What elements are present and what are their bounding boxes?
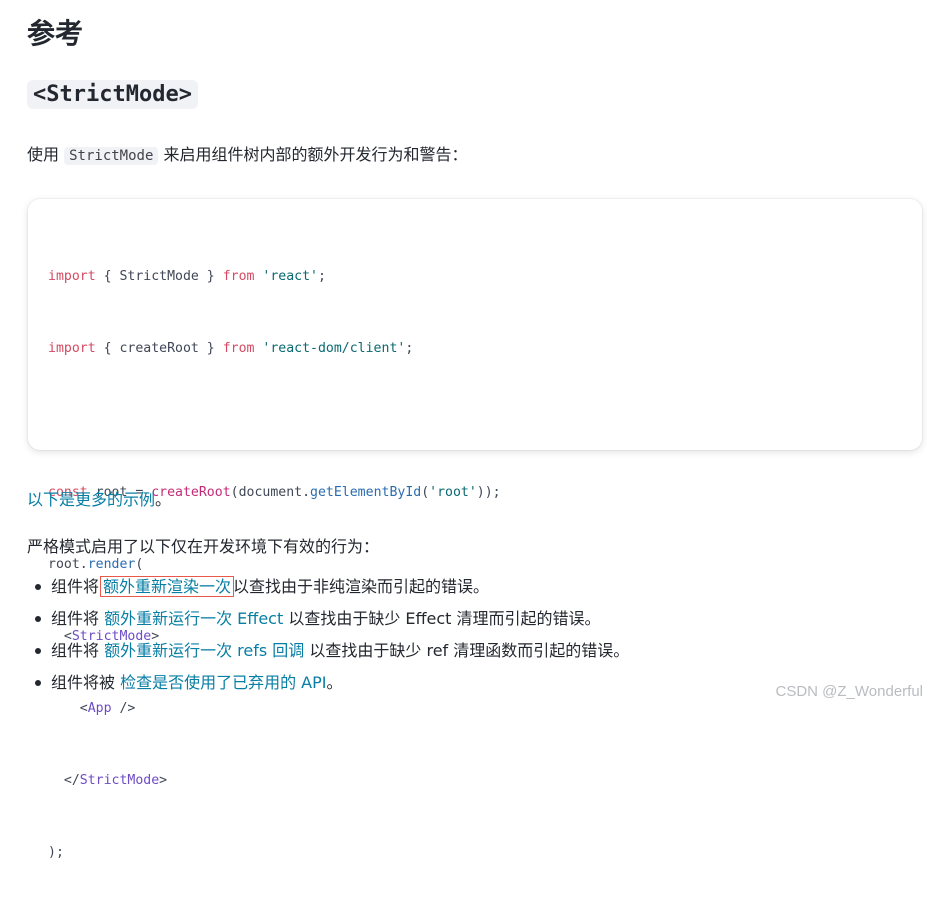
list-item-prefix: 组件将 bbox=[51, 577, 100, 596]
list-item-suffix: 以查找由于缺少 ref 清理函数而引起的错误。 bbox=[304, 641, 630, 660]
code-token: ; bbox=[405, 341, 414, 356]
code-token: render bbox=[87, 557, 136, 572]
code-token: ; bbox=[317, 269, 326, 284]
code-line: ); bbox=[48, 841, 501, 865]
code-token: /> bbox=[111, 701, 136, 716]
rerun-effect-link[interactable]: 额外重新运行一次 Effect bbox=[104, 609, 283, 628]
code-token: ( bbox=[421, 485, 430, 500]
watermark: CSDN @Z_Wonderful bbox=[775, 683, 924, 700]
code-token: (document. bbox=[230, 485, 311, 500]
code-token: from bbox=[222, 341, 255, 356]
code-token: getElementById bbox=[310, 485, 422, 500]
code-token: )); bbox=[476, 485, 501, 500]
code-token: < bbox=[48, 701, 88, 716]
bullet-icon bbox=[35, 584, 41, 590]
list-item-prefix: 组件将被 bbox=[51, 673, 121, 692]
code-line: </StrictMode> bbox=[48, 769, 501, 793]
page-title: 参考 bbox=[27, 17, 84, 50]
behaviors-list: 组件将 额外重新渲染一次 以查找由于非纯渲染而引起的错误。 组件将 额外重新运行一次… bbox=[27, 571, 629, 699]
more-examples-link[interactable]: 以下是更多的示例 bbox=[27, 490, 155, 509]
rerun-refs-link[interactable]: 额外重新运行一次 refs 回调 bbox=[104, 641, 304, 660]
code-block: import { StrictMode } from 'react'; impo… bbox=[28, 199, 922, 860]
code-token: 'root' bbox=[429, 485, 477, 500]
list-item: 组件将 额外重新渲染一次 以查找由于非纯渲染而引起的错误。 bbox=[27, 571, 629, 603]
inline-code-strictmode: StrictMode bbox=[64, 147, 159, 165]
list-item-prefix: 组件将 bbox=[51, 641, 105, 660]
code-line: <App /> bbox=[48, 697, 501, 721]
code-token: ( bbox=[135, 557, 144, 572]
deprecated-api-link[interactable]: 检查是否使用了已弃用的 API bbox=[120, 673, 326, 692]
code-token: </ bbox=[48, 773, 80, 788]
list-item-prefix: 组件将 bbox=[51, 609, 105, 628]
code-token: 'react' bbox=[262, 269, 318, 284]
code-token: 'react-dom/client' bbox=[262, 341, 406, 356]
extra-render-link[interactable]: 额外重新渲染一次 bbox=[100, 576, 235, 597]
code-token: from bbox=[222, 269, 255, 284]
code-token: { StrictMode } bbox=[95, 269, 223, 284]
code-token: > bbox=[159, 773, 168, 788]
code-token: App bbox=[87, 701, 112, 716]
code-token: root. bbox=[48, 557, 88, 572]
intro-prefix: 使用 bbox=[27, 145, 60, 164]
intro-suffix: 来启用组件树内部的额外开发行为和警告： bbox=[163, 145, 468, 164]
code-line: import { StrictMode } from 'react'; bbox=[48, 265, 501, 289]
code-token: import bbox=[48, 269, 96, 284]
code-token: StrictMode bbox=[79, 773, 160, 788]
list-item: 组件将 额外重新运行一次 Effect 以查找由于缺少 Effect 清理而引起… bbox=[27, 603, 629, 635]
list-item: 组件将 额外重新运行一次 refs 回调 以查找由于缺少 ref 清理函数而引起… bbox=[27, 635, 629, 667]
bullet-icon bbox=[35, 648, 41, 654]
code-token: ); bbox=[48, 845, 64, 860]
section-heading-strictmode: <StrictMode> bbox=[27, 80, 198, 109]
list-item-suffix: 以查找由于缺少 Effect 清理而引起的错误。 bbox=[283, 609, 601, 628]
intro-paragraph: 使用 StrictMode 来启用组件树内部的额外开发行为和警告： bbox=[27, 141, 468, 165]
list-item: 组件将被 检查是否使用了已弃用的 API。 bbox=[27, 667, 629, 699]
strict-mode-intro: 严格模式启用了以下仅在开发环境下有效的行为： bbox=[27, 537, 380, 556]
list-item-suffix: 以查找由于非纯渲染而引起的错误。 bbox=[233, 577, 490, 596]
code-token: import bbox=[48, 341, 96, 356]
bullet-icon bbox=[35, 616, 41, 622]
bullet-icon bbox=[35, 680, 41, 686]
code-line: import { createRoot } from 'react-dom/cl… bbox=[48, 337, 501, 361]
more-examples-paragraph: 以下是更多的示例。 bbox=[27, 486, 171, 510]
code-token: { createRoot } bbox=[95, 341, 223, 356]
list-item-suffix: 。 bbox=[326, 673, 343, 692]
code-content: import { StrictMode } from 'react'; impo… bbox=[48, 217, 501, 913]
more-examples-tail: 。 bbox=[155, 490, 172, 509]
